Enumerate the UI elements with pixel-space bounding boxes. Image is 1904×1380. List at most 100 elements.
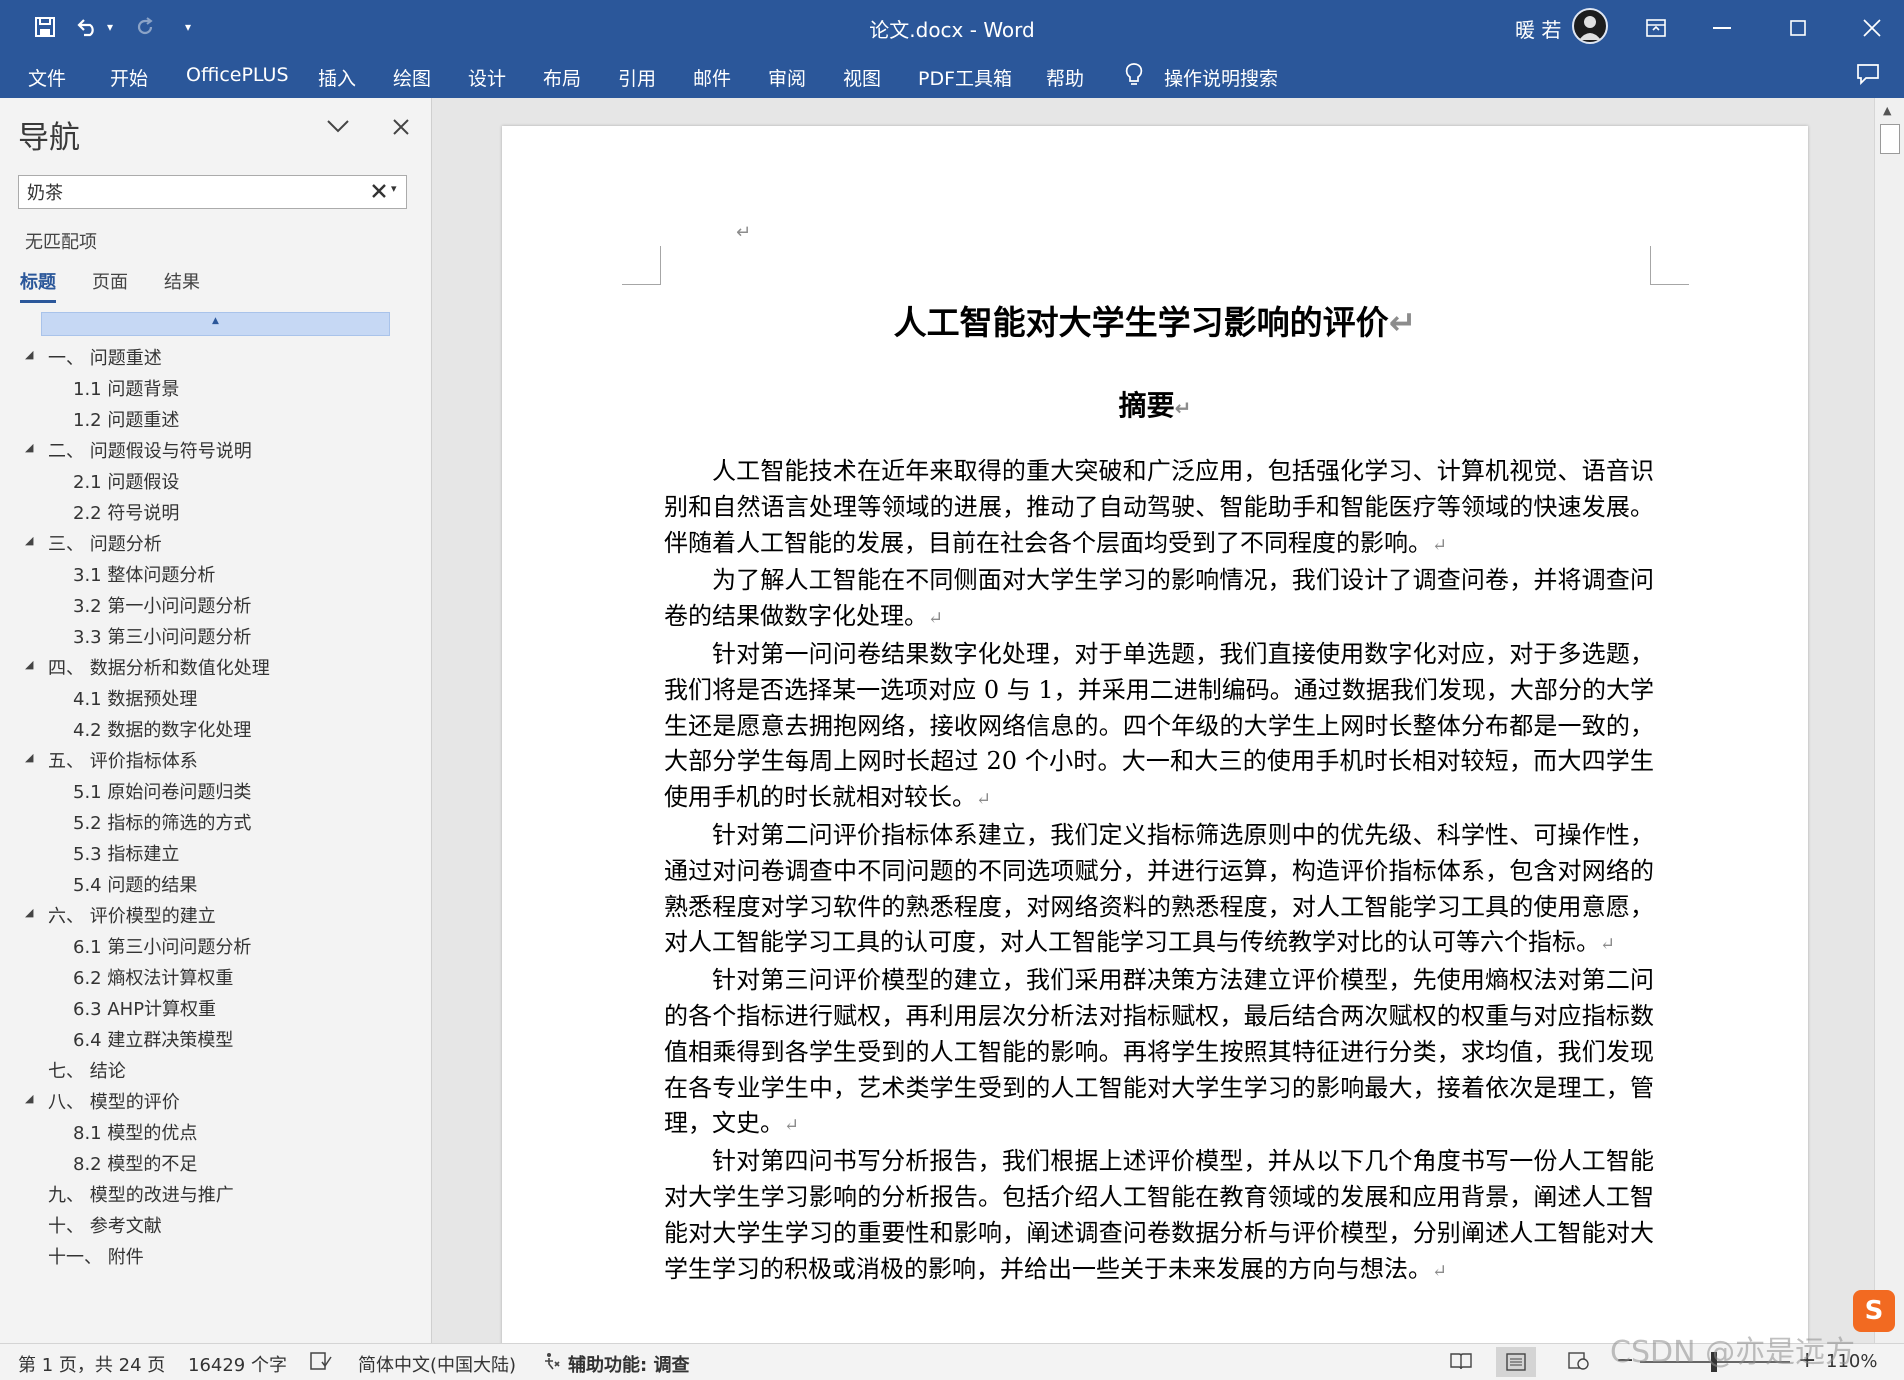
clear-search-icon[interactable] [371,183,387,203]
tab-view[interactable]: 视图 [843,64,881,91]
outline-heading-level1[interactable]: ◢ 三、 问题分析 [25,530,162,555]
ribbon-display-options-icon[interactable] [1624,0,1688,55]
document-title-text[interactable]: 人工智能对大学生学习影响的评价 [894,303,1389,342]
tab-design[interactable]: 设计 [468,64,506,91]
outline-heading-level1[interactable]: ◢ 四、 数据分析和数值化处理 [25,654,270,679]
nav-search-input[interactable] [27,180,357,204]
outline-heading-level2[interactable]: 2.1 问题假设 [73,468,179,493]
tab-references[interactable]: 引用 [618,64,656,91]
abstract-paragraph[interactable]: 为了解人工智能在不同侧面对大学生学习的影响情况，我们设计了调查问卷，并将调查问卷… [664,563,1654,637]
nav-close-icon[interactable] [392,118,410,140]
paragraph-text[interactable]: 针对第一问问卷结果数字化处理，对于单选题，我们直接使用数字化对应，对于多选题，我… [664,640,1654,811]
expand-triangle-icon[interactable]: ◢ [25,1092,33,1105]
scrollbar-thumb[interactable] [1880,124,1900,154]
scroll-up-icon[interactable]: ▲ [1883,104,1891,117]
outline-heading-level2[interactable]: 4.1 数据预处理 [73,685,197,710]
page-count[interactable]: 第 1 页，共 24 页 [18,1351,165,1377]
outline-heading-level2[interactable]: 5.4 问题的结果 [73,871,197,896]
abstract-paragraph[interactable]: 人工智能技术在近年来取得的重大突破和广泛应用，包括强化学习、计算机视觉、语音识别… [664,454,1654,563]
accessibility-status[interactable]: 辅助功能: 调查 [568,1351,689,1377]
proofing-icon[interactable] [310,1352,332,1375]
outline-heading-level2[interactable]: 3.3 第三小问问题分析 [73,623,251,648]
expand-triangle-icon[interactable]: ◢ [25,658,33,671]
user-name[interactable]: 暖 若 [1515,14,1561,43]
accessibility-icon[interactable] [542,1352,564,1377]
outline-heading-level1[interactable]: ◢ 五、 评价指标体系 [25,747,198,772]
tab-insert[interactable]: 插入 [318,64,356,91]
outline-heading-level1[interactable]: ◢ 八、 模型的评价 [25,1088,180,1113]
outline-heading-level2[interactable]: 6.3 AHP计算权重 [73,995,216,1020]
vertical-scrollbar[interactable]: ▲ [1874,98,1904,1343]
outline-heading-level2[interactable]: 1.1 问题背景 [73,375,179,400]
document-title[interactable]: 人工智能对大学生学习影响的评价↵ [502,296,1808,344]
nav-tab-headings[interactable]: 标题 [20,268,56,303]
outline-heading-level1[interactable]: ◢ 六、 评价模型的建立 [25,902,216,927]
outline-top-marker[interactable]: ▲ [41,312,390,336]
abstract-paragraph[interactable]: 针对第三问评价模型的建立，我们采用群决策方法建立评价模型，先使用熵权法对第二问的… [664,963,1654,1144]
outline-heading-level1[interactable]: 十一、 附件 [48,1243,144,1268]
search-options-dropdown-icon[interactable]: ▾ [391,182,397,195]
outline-heading-level2[interactable]: 6.2 熵权法计算权重 [73,964,233,989]
abstract-paragraph[interactable]: 针对第一问问卷结果数字化处理，对于单选题，我们直接使用数字化对应，对于多选题，我… [664,637,1654,818]
read-mode-icon[interactable] [1450,1352,1472,1375]
tab-draw[interactable]: 绘图 [393,64,431,91]
outline-heading-level2[interactable]: 2.2 符号说明 [73,499,179,524]
document-area[interactable]: ↵ 人工智能对大学生学习影响的评价↵ 摘要↵ 人工智能技术在近年来取得的重大突破… [432,98,1874,1343]
paragraph-text[interactable]: 针对第四问书写分析报告，我们根据上述评价模型，并从以下几个角度书写一份人工智能对… [664,1147,1654,1282]
lightbulb-icon[interactable] [1124,62,1144,93]
maximize-icon[interactable] [1766,0,1830,55]
minimize-icon[interactable] [1690,0,1754,55]
tab-help[interactable]: 帮助 [1046,64,1084,91]
outline-heading-level1[interactable]: 七、 结论 [48,1057,126,1082]
expand-triangle-icon[interactable]: ◢ [25,751,33,764]
comments-icon[interactable] [1856,63,1880,90]
expand-triangle-icon[interactable]: ◢ [25,906,33,919]
outline-heading-level2[interactable]: 1.2 问题重述 [73,406,179,431]
tab-layout[interactable]: 布局 [543,64,581,91]
word-count[interactable]: 16429 个字 [188,1351,287,1377]
abstract-paragraph[interactable]: 针对第二问评价指标体系建立，我们定义指标筛选原则中的优先级、科学性、可操作性，通… [664,818,1654,963]
abstract-paragraph[interactable]: 针对第四问书写分析报告，我们根据上述评价模型，并从以下几个角度书写一份人工智能对… [664,1144,1654,1289]
close-icon[interactable] [1840,0,1904,55]
paragraph-text[interactable]: 人工智能技术在近年来取得的重大突破和广泛应用，包括强化学习、计算机视觉、语音识别… [664,457,1654,557]
input-method-badge[interactable]: S [1853,1290,1895,1332]
web-layout-icon[interactable] [1568,1352,1590,1375]
expand-triangle-icon[interactable]: ◢ [25,441,33,454]
paragraph-text[interactable]: 针对第三问评价模型的建立，我们采用群决策方法建立评价模型，先使用熵权法对第二问的… [664,966,1654,1137]
print-layout-button[interactable] [1496,1347,1536,1377]
outline-heading-level2[interactable]: 6.4 建立群决策模型 [73,1026,233,1051]
outline-heading-level2[interactable]: 5.1 原始问卷问题归类 [73,778,251,803]
outline-heading-level2[interactable]: 8.1 模型的优点 [73,1119,197,1144]
abstract-heading-text[interactable]: 摘要 [1119,389,1175,422]
outline-heading-level2[interactable]: 5.2 指标的筛选的方式 [73,809,251,834]
outline-heading-level2[interactable]: 3.2 第一小问问题分析 [73,592,251,617]
paragraph-text[interactable]: 针对第二问评价指标体系建立，我们定义指标筛选原则中的优先级、科学性、可操作性，通… [664,821,1654,956]
expand-triangle-icon[interactable]: ◢ [25,534,33,547]
outline-heading-level1[interactable]: 九、 模型的改进与推广 [48,1181,234,1206]
outline-heading-level2[interactable]: 6.1 第三小问问题分析 [73,933,251,958]
outline-heading-level1[interactable]: ◢ 一、 问题重述 [25,344,162,369]
paragraph-text[interactable]: 为了解人工智能在不同侧面对大学生学习的影响情况，我们设计了调查问卷，并将调查问卷… [664,566,1654,630]
avatar[interactable] [1572,8,1608,44]
expand-triangle-icon[interactable]: ◢ [25,348,33,361]
abstract-body[interactable]: 人工智能技术在近年来取得的重大突破和广泛应用，包括强化学习、计算机视觉、语音识别… [664,454,1654,1289]
outline-heading-level2[interactable]: 5.3 指标建立 [73,840,179,865]
abstract-heading[interactable]: 摘要↵ [502,384,1808,424]
tab-pdf-toolbox[interactable]: PDF工具箱 [918,64,1012,91]
tab-file[interactable]: 文件 [28,64,66,91]
language-indicator[interactable]: 简体中文(中国大陆) [358,1351,516,1377]
tell-me-search[interactable]: 操作说明搜索 [1164,64,1278,91]
tab-home[interactable]: 开始 [110,64,148,91]
tab-review[interactable]: 审阅 [768,64,806,91]
nav-tab-results[interactable]: 结果 [164,268,200,300]
outline-heading-level1[interactable]: 十、 参考文献 [48,1212,162,1237]
chevron-down-icon[interactable] [326,118,350,138]
nav-tab-pages[interactable]: 页面 [92,268,128,300]
outline-heading-level2[interactable]: 8.2 模型的不足 [73,1150,197,1175]
tab-mailings[interactable]: 邮件 [693,64,731,91]
outline-heading-level2[interactable]: 3.1 整体问题分析 [73,561,215,586]
outline-heading-level2[interactable]: 4.2 数据的数字化处理 [73,716,251,741]
document-page[interactable]: ↵ 人工智能对大学生学习影响的评价↵ 摘要↵ 人工智能技术在近年来取得的重大突破… [502,126,1808,1343]
outline-heading-level1[interactable]: ◢ 二、 问题假设与符号说明 [25,437,252,462]
tab-officeplus[interactable]: OfficePLUS [186,64,289,86]
